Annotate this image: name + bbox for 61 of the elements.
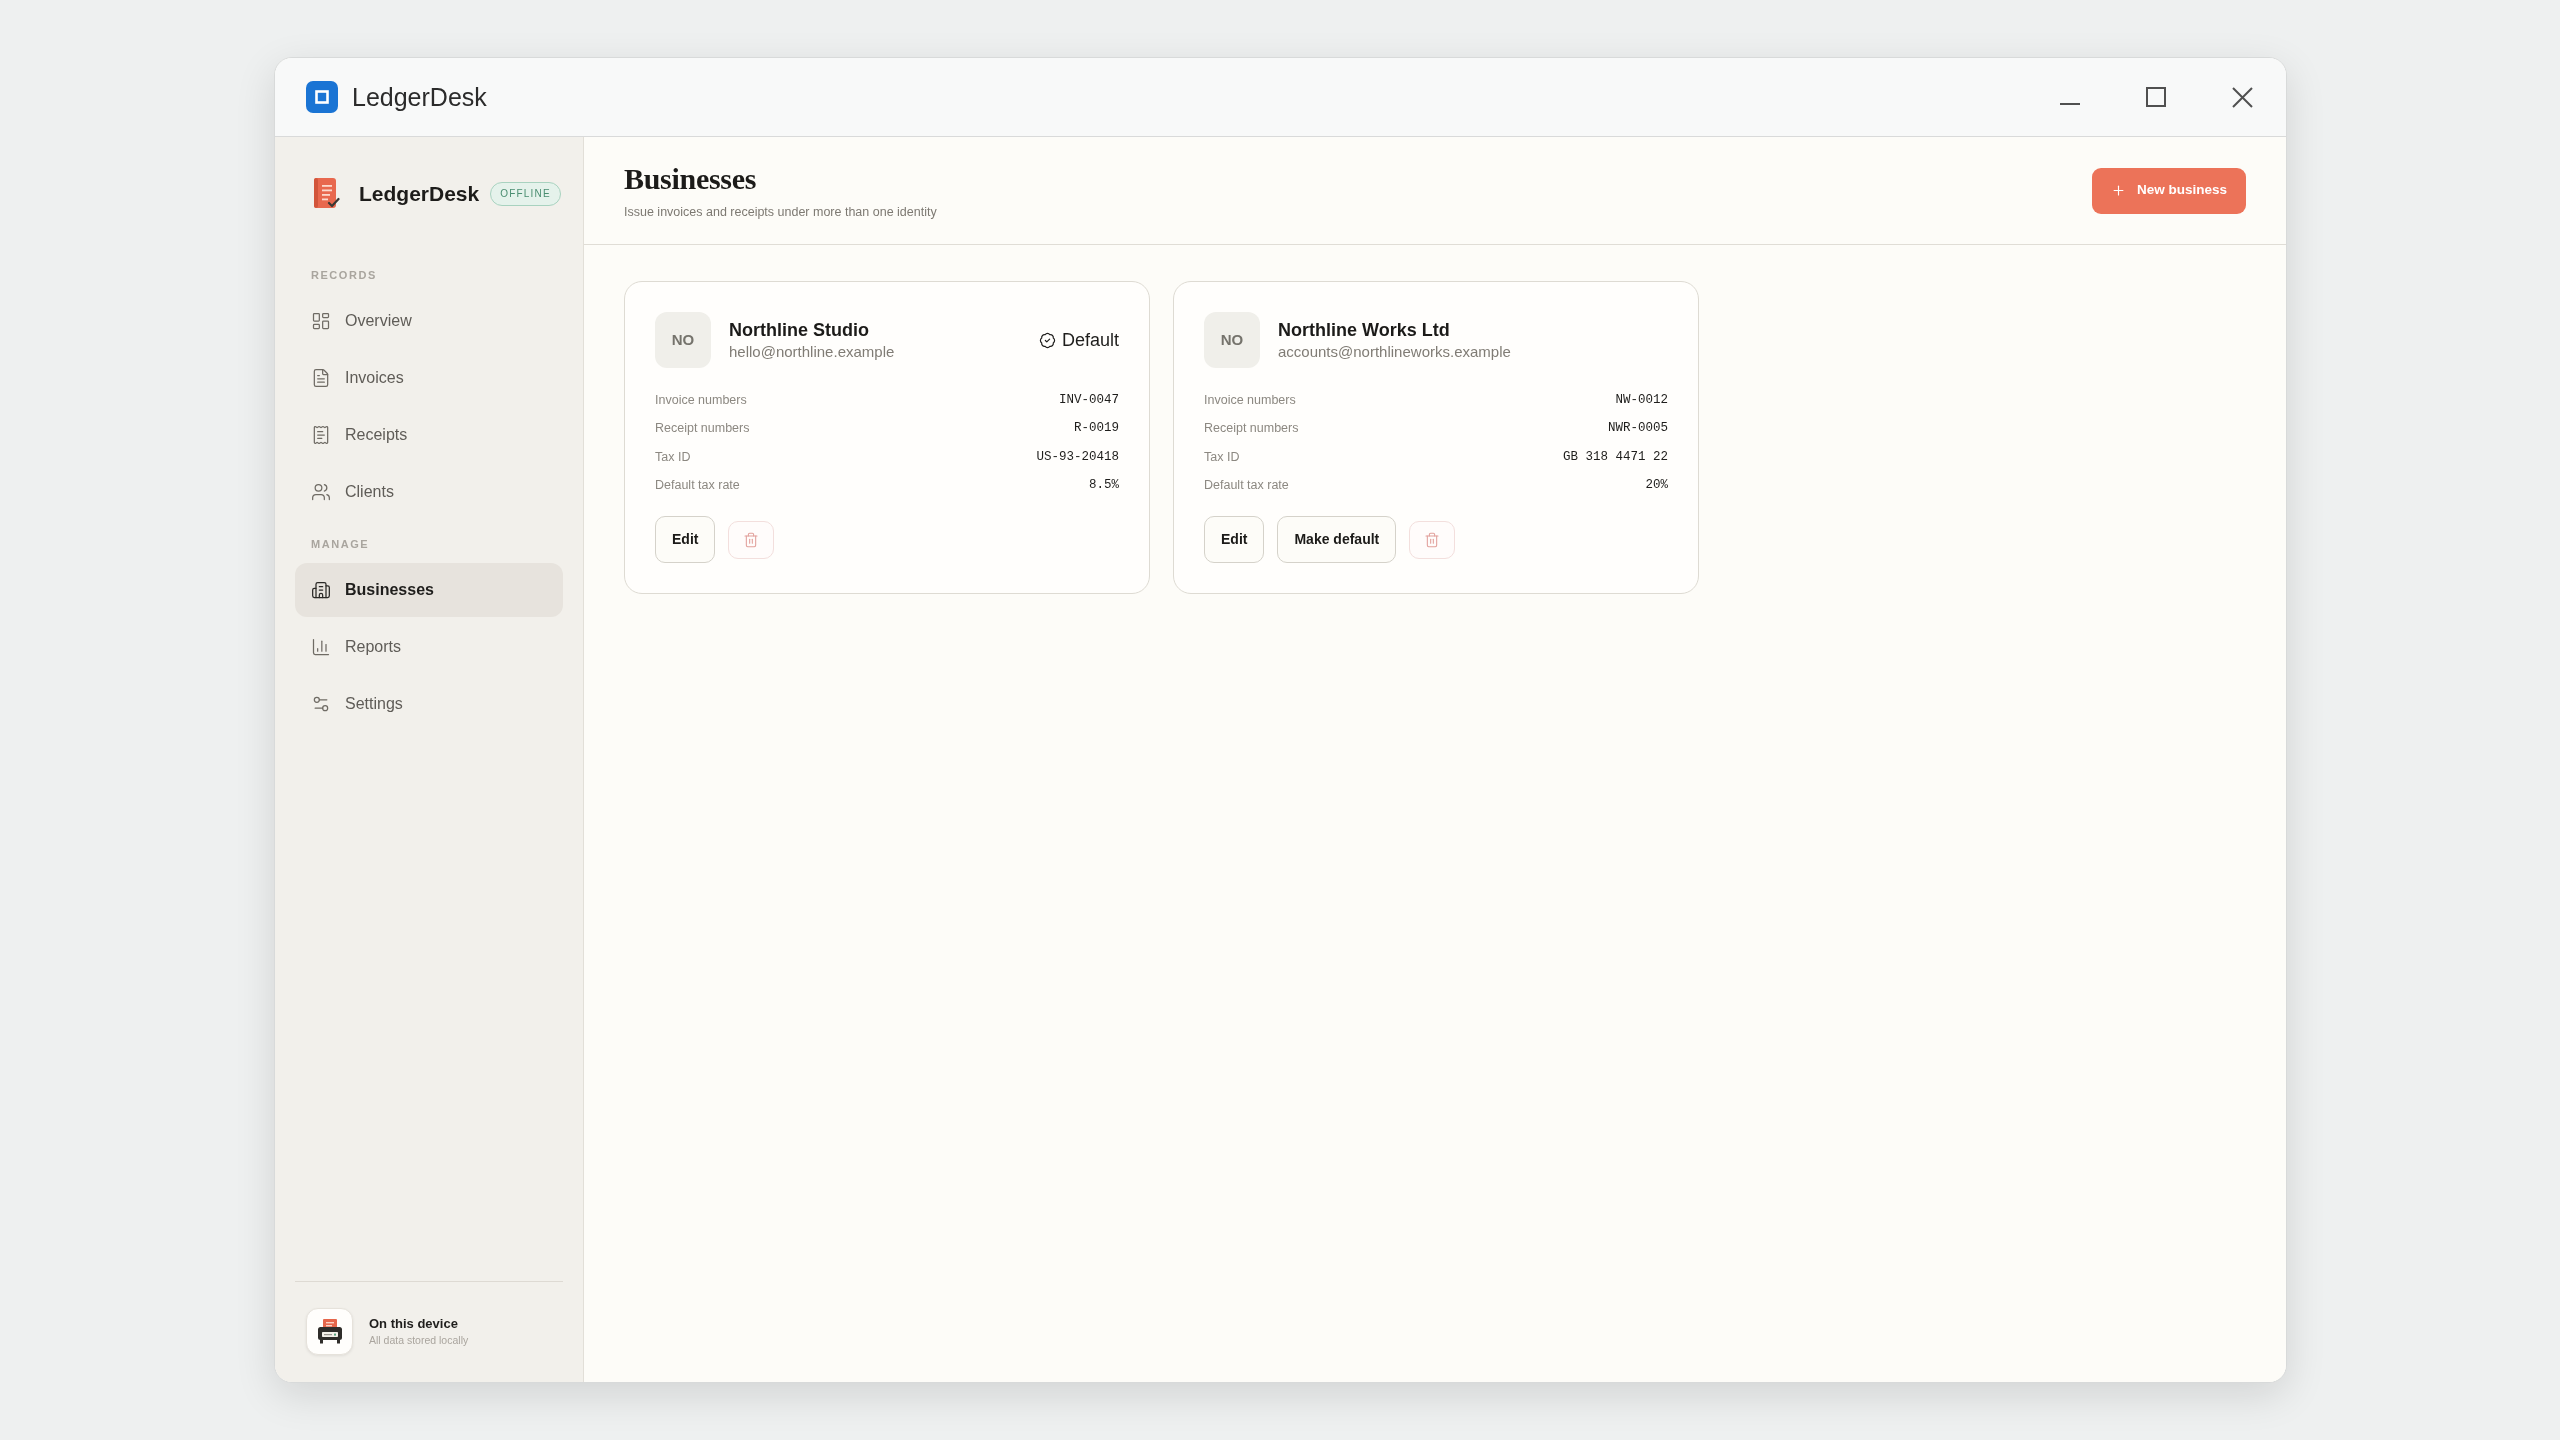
nav-item[interactable]: Clients — [295, 465, 563, 519]
close-icon[interactable] — [2232, 86, 2253, 108]
field-value: GB 318 4471 22 — [1562, 448, 1668, 466]
field-value: US-93-20418 — [1036, 448, 1119, 466]
nav-item[interactable]: Overview — [295, 294, 563, 348]
business-email: hello@northline.example — [729, 342, 895, 362]
receipt-icon — [311, 425, 331, 445]
storage-subtitle: All data stored locally — [369, 1333, 469, 1348]
field-value: 8.5% — [1089, 477, 1119, 495]
nav-item[interactable]: Invoices — [295, 351, 563, 405]
printer-icon — [306, 1308, 353, 1355]
app-logo-icon — [306, 81, 338, 113]
field-label: Invoice numbers — [1204, 391, 1296, 409]
maximize-icon[interactable] — [2146, 87, 2166, 107]
field-value: NW-0012 — [1615, 391, 1668, 409]
page-title: Businesses — [624, 160, 757, 197]
business-name: Northline Studio — [729, 319, 869, 342]
plus-icon — [2110, 183, 2126, 198]
trash-icon — [743, 531, 760, 548]
make-default-button[interactable]: Make default — [1277, 516, 1397, 563]
nav-item[interactable]: Reports — [295, 620, 563, 674]
section-heading: MANAGE — [311, 537, 370, 552]
dashboard-icon — [311, 311, 331, 331]
business-email: accounts@northlineworks.example — [1278, 342, 1511, 362]
settings-icon — [311, 694, 331, 714]
users-icon — [311, 482, 331, 502]
field-value: R-0019 — [1074, 420, 1119, 438]
field-value: 20% — [1645, 477, 1668, 495]
status-badge: OFFLINE — [490, 181, 561, 206]
field-label: Default tax rate — [655, 477, 740, 495]
field-label: Tax ID — [1204, 448, 1240, 466]
field-label: Invoice numbers — [655, 391, 747, 409]
minimize-icon[interactable] — [2060, 103, 2080, 105]
storage-title: On this device — [369, 1315, 458, 1333]
field-label: Receipt numbers — [655, 420, 750, 438]
trash-icon — [1424, 531, 1441, 548]
badge-check-icon — [1038, 331, 1056, 349]
edit-button[interactable]: Edit — [1204, 516, 1265, 563]
nav-item[interactable]: Settings — [295, 677, 563, 731]
field-value: NWR-0005 — [1608, 420, 1668, 438]
delete-button[interactable] — [1409, 520, 1456, 559]
building-icon — [311, 580, 331, 600]
brand-name: LedgerDesk — [359, 180, 480, 207]
field-value: INV-0047 — [1059, 391, 1119, 409]
default-label: Default — [1061, 329, 1119, 352]
nav-item[interactable]: Businesses — [295, 563, 563, 617]
document-logo-icon — [314, 178, 340, 209]
page-subtitle: Issue invoices and receipts under more than one identity — [624, 203, 937, 221]
business-name: Northline Works Ltd — [1278, 319, 1450, 342]
nav-item[interactable]: Receipts — [295, 408, 563, 462]
document-icon — [311, 368, 331, 388]
field-label: Receipt numbers — [1204, 420, 1299, 438]
edit-button[interactable]: Edit — [655, 516, 716, 563]
business-avatar: NO — [1204, 312, 1260, 368]
window-title: LedgerDesk — [352, 82, 487, 113]
bar-chart-icon — [311, 637, 331, 657]
field-label: Tax ID — [655, 448, 691, 466]
delete-button[interactable] — [728, 520, 775, 559]
field-label: Default tax rate — [1204, 477, 1289, 495]
business-avatar: NO — [655, 312, 711, 368]
section-heading: RECORDS — [311, 268, 377, 283]
